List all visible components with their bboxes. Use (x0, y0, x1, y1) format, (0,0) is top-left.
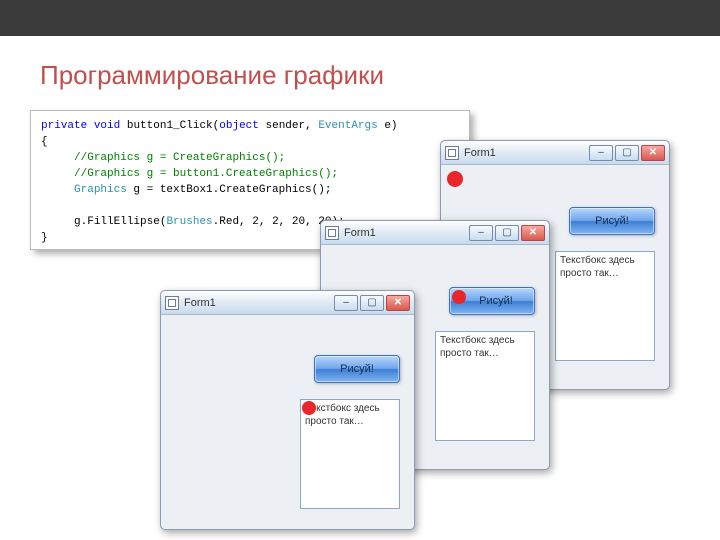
client-area: Рисуй! Текстбокс здесь просто так… (161, 315, 414, 529)
draw-button[interactable]: Рисуй! (449, 287, 535, 315)
kw-private: private (41, 120, 87, 132)
form-icon (445, 146, 459, 160)
maximize-icon: ▢ (622, 148, 631, 158)
red-dot (452, 290, 466, 304)
type-graphics: Graphics (74, 184, 127, 196)
maximize-icon: ▢ (367, 298, 376, 308)
close-button[interactable]: ✕ (521, 225, 545, 241)
maximize-button[interactable]: ▢ (495, 225, 519, 241)
titlebar[interactable]: Form1 – ▢ ✕ (161, 291, 414, 315)
close-icon: ✕ (529, 228, 537, 238)
minimize-icon: – (343, 298, 349, 308)
textbox[interactable]: Текстбокс здесь просто так… (555, 251, 655, 361)
red-dot (302, 401, 316, 415)
kw-object: object (219, 120, 259, 132)
textbox[interactable]: Текстбокс здесь просто так… (435, 331, 535, 441)
kw-void: void (94, 120, 120, 132)
window-title: Form1 (184, 297, 334, 309)
titlebar[interactable]: Form1 – ▢ ✕ (441, 141, 669, 165)
draw-button[interactable]: Рисуй! (314, 355, 400, 383)
maximize-button[interactable]: ▢ (615, 145, 639, 161)
window-title: Form1 (464, 147, 589, 159)
windows-stage: Form1 – ▢ ✕ Рисуй! Текстбокс здесь прост… (150, 140, 710, 540)
maximize-icon: ▢ (502, 228, 511, 238)
minimize-button[interactable]: – (469, 225, 493, 241)
minimize-button[interactable]: – (589, 145, 613, 161)
form-icon (165, 296, 179, 310)
maximize-button[interactable]: ▢ (360, 295, 384, 311)
minimize-button[interactable]: – (334, 295, 358, 311)
close-icon: ✕ (394, 298, 402, 308)
top-bar (0, 0, 720, 36)
minimize-icon: – (598, 148, 604, 158)
form1-front: Form1 – ▢ ✕ Рисуй! Текстбокс здесь прост… (160, 290, 415, 530)
draw-button[interactable]: Рисуй! (569, 207, 655, 235)
titlebar[interactable]: Form1 – ▢ ✕ (321, 221, 549, 245)
minimize-icon: – (478, 228, 484, 238)
type-eventargs: EventArgs (318, 120, 377, 132)
close-button[interactable]: ✕ (386, 295, 410, 311)
method-name: button1_Click (127, 120, 213, 132)
close-button[interactable]: ✕ (641, 145, 665, 161)
window-title: Form1 (344, 227, 469, 239)
textbox[interactable]: Текстбокс здесь просто так… (300, 399, 400, 509)
form-icon (325, 226, 339, 240)
red-dot (447, 171, 463, 187)
close-icon: ✕ (649, 148, 657, 158)
slide-title: Программирование графики (40, 60, 384, 91)
